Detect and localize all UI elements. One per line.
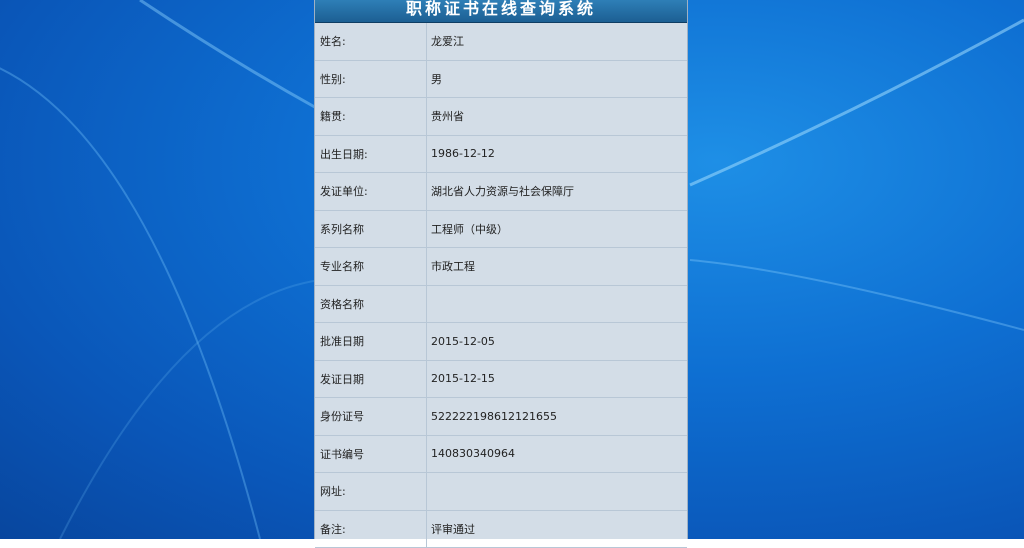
row-website: 网址: bbox=[315, 473, 687, 511]
row-issue-date: 发证日期 2015-12-15 bbox=[315, 361, 687, 399]
row-label: 出生日期: bbox=[315, 136, 427, 173]
row-value: 市政工程 bbox=[427, 248, 475, 285]
row-value: 男 bbox=[427, 61, 442, 98]
row-remarks: 备注: 评审通过 bbox=[315, 511, 687, 548]
row-label: 资格名称 bbox=[315, 286, 427, 323]
row-value bbox=[427, 473, 431, 510]
row-value: 522222198612121655 bbox=[427, 398, 557, 435]
row-label: 系列名称 bbox=[315, 211, 427, 248]
row-value: 龙爱江 bbox=[427, 23, 464, 60]
row-birth-date: 出生日期: 1986-12-12 bbox=[315, 136, 687, 174]
row-value: 1986-12-12 bbox=[427, 136, 495, 173]
row-label: 批准日期 bbox=[315, 323, 427, 360]
row-label: 专业名称 bbox=[315, 248, 427, 285]
row-name: 姓名: 龙爱江 bbox=[315, 23, 687, 61]
row-specialty: 专业名称 市政工程 bbox=[315, 248, 687, 286]
row-gender: 性别: 男 bbox=[315, 61, 687, 99]
row-approval-date: 批准日期 2015-12-05 bbox=[315, 323, 687, 361]
row-label: 证书编号 bbox=[315, 436, 427, 473]
row-value: 2015-12-05 bbox=[427, 323, 495, 360]
row-label: 发证单位: bbox=[315, 173, 427, 210]
row-label: 身份证号 bbox=[315, 398, 427, 435]
row-qualification: 资格名称 bbox=[315, 286, 687, 324]
row-native-place: 籍贯: 贵州省 bbox=[315, 98, 687, 136]
row-label: 网址: bbox=[315, 473, 427, 510]
row-series: 系列名称 工程师（中级） bbox=[315, 211, 687, 249]
row-value: 评审通过 bbox=[427, 511, 475, 548]
row-value bbox=[427, 286, 431, 323]
row-id-number: 身份证号 522222198612121655 bbox=[315, 398, 687, 436]
row-label: 备注: bbox=[315, 511, 427, 548]
row-label: 姓名: bbox=[315, 23, 427, 60]
page-title: 职称证书在线查询系统 bbox=[315, 0, 687, 23]
row-value: 贵州省 bbox=[427, 98, 464, 135]
row-label: 发证日期 bbox=[315, 361, 427, 398]
row-certificate-number: 证书编号 140830340964 bbox=[315, 436, 687, 474]
row-value: 湖北省人力资源与社会保障厅 bbox=[427, 173, 574, 210]
certificate-query-panel: 职称证书在线查询系统 姓名: 龙爱江 性别: 男 籍贯: 贵州省 出生日期: 1… bbox=[314, 0, 688, 539]
row-value: 工程师（中级） bbox=[427, 211, 508, 248]
row-value: 140830340964 bbox=[427, 436, 515, 473]
row-label: 籍贯: bbox=[315, 98, 427, 135]
row-issuer: 发证单位: 湖北省人力资源与社会保障厅 bbox=[315, 173, 687, 211]
row-label: 性别: bbox=[315, 61, 427, 98]
row-value: 2015-12-15 bbox=[427, 361, 495, 398]
